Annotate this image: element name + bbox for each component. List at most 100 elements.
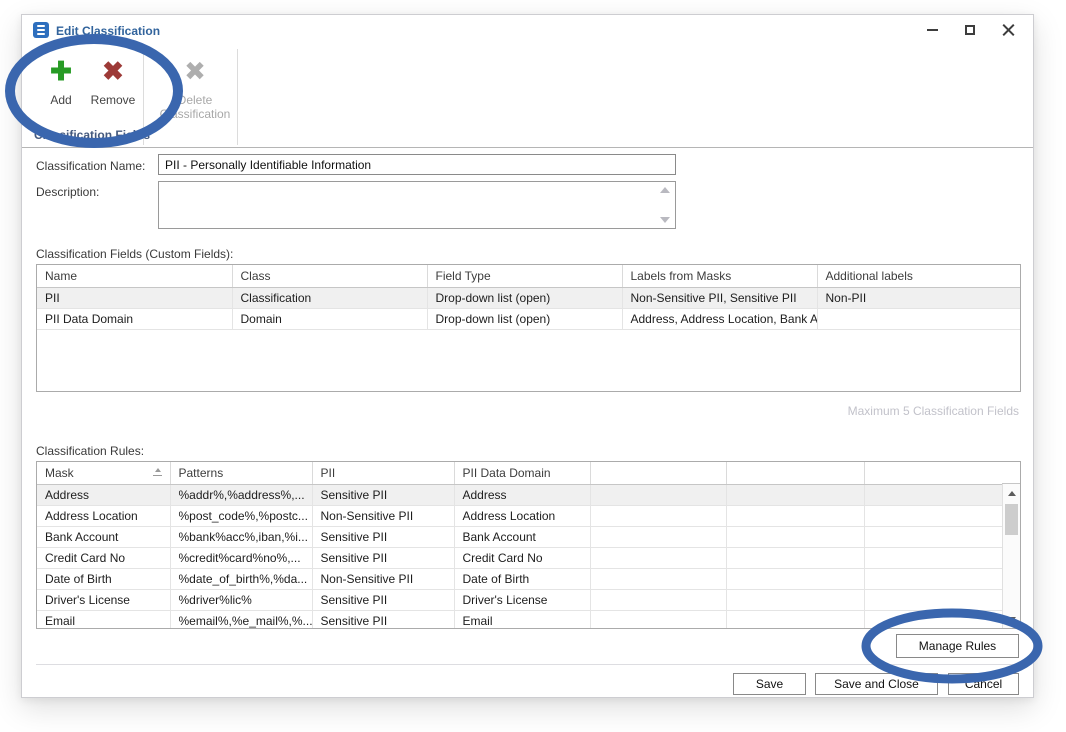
cell: %driver%lic% [170,589,312,610]
cell [726,505,864,526]
remove-button[interactable]: ✖ Remove [86,53,140,107]
classification-rules-table: Mask Patterns PII PII Data Domain Addres… [36,461,1021,629]
cell: Classification [232,287,427,308]
fields-row-pii[interactable]: PII Classification Drop-down list (open)… [37,287,1020,308]
cell: Non-Sensitive PII, Sensitive PII [622,287,817,308]
cell [726,589,864,610]
ribbon-toolbar: ✚ Add ✖ Remove ✖ Delete Classification C… [22,45,1033,148]
ribbon-group-label: Classification Fields [34,128,150,142]
rules-vertical-scrollbar[interactable] [1002,484,1020,628]
cell: Drop-down list (open) [427,308,622,329]
rules-row-date-of-birth[interactable]: Date of Birth %date_of_birth%,%da... Non… [37,568,1004,589]
title-bar: Edit Classification [22,15,1033,45]
rules-row-email[interactable]: Email %email%,%e_mail%,%... Sensitive PI… [37,610,1004,629]
cell [590,526,726,547]
cell: PII Data Domain [37,308,232,329]
delete-button-label-line2: Classification [160,107,231,121]
manage-rules-button[interactable]: Manage Rules [896,634,1019,658]
delete-x-icon: ✖ [184,53,206,93]
description-textarea[interactable] [158,181,676,229]
delete-classification-button[interactable]: ✖ Delete Classification [155,53,235,121]
edit-classification-window: Edit Classification ✚ Add ✖ Remove ✖ Del… [21,14,1034,698]
rules-col-patterns[interactable]: Patterns [170,462,312,484]
fields-col-labels-from-masks[interactable]: Labels from Masks [622,265,817,287]
rules-col-empty[interactable] [726,462,864,484]
scroll-down-arrow-icon [1008,617,1016,622]
ribbon-separator [237,49,238,145]
cell: Bank Account [37,526,170,547]
cell: %date_of_birth%,%da... [170,568,312,589]
classification-name-input[interactable] [158,154,676,175]
fields-col-additional-labels[interactable]: Additional labels [817,265,1020,287]
maximize-button[interactable] [951,17,989,43]
rules-col-mask[interactable]: Mask [37,462,170,484]
fields-col-name[interactable]: Name [37,265,232,287]
cell: Address [37,484,170,505]
cell [590,610,726,629]
window-title: Edit Classification [56,24,160,38]
cell: Non-PII [817,287,1020,308]
cell [726,484,864,505]
close-button[interactable] [989,17,1027,43]
cell [864,610,1004,629]
cell [864,589,1004,610]
rules-header-row: Mask Patterns PII PII Data Domain [37,462,1004,484]
cell: Sensitive PII [312,484,454,505]
cancel-button[interactable]: Cancel [948,673,1019,695]
add-button-label: Add [50,93,71,107]
rules-row-address-location[interactable]: Address Location %post_code%,%postc... N… [37,505,1004,526]
cell: Email [454,610,590,629]
cell [590,568,726,589]
rules-col-pii[interactable]: PII [312,462,454,484]
cell: Address Location [37,505,170,526]
cell: Date of Birth [37,568,170,589]
scrollbar-thumb[interactable] [1005,504,1018,535]
cell: PII [37,287,232,308]
scrollbar-down-button[interactable] [1003,612,1020,626]
description-label: Description: [36,185,99,199]
maximize-icon [965,25,975,35]
cell: Bank Account [454,526,590,547]
app-database-icon [33,22,49,38]
cell [864,505,1004,526]
cell [590,589,726,610]
cell: Sensitive PII [312,526,454,547]
rules-row-drivers-license[interactable]: Driver's License %driver%lic% Sensitive … [37,589,1004,610]
fields-row-pii-data-domain[interactable]: PII Data Domain Domain Drop-down list (o… [37,308,1020,329]
save-button[interactable]: Save [733,673,806,695]
scroll-down-icon[interactable] [660,217,670,223]
fields-table-caption: Classification Fields (Custom Fields): [36,247,233,261]
cell: Address, Address Location, Bank Ac... [622,308,817,329]
add-plus-icon: ✚ [50,53,72,93]
cell: Drop-down list (open) [427,287,622,308]
cell [864,484,1004,505]
cell [590,505,726,526]
rules-col-pii-data-domain[interactable]: PII Data Domain [454,462,590,484]
rules-col-empty[interactable] [590,462,726,484]
cell: Credit Card No [37,547,170,568]
scrollbar-up-button[interactable] [1003,486,1020,500]
minimize-button[interactable] [913,17,951,43]
rules-row-bank-account[interactable]: Bank Account %bank%acc%,iban,%i... Sensi… [37,526,1004,547]
fields-col-field-type[interactable]: Field Type [427,265,622,287]
cell [726,568,864,589]
add-button[interactable]: ✚ Add [36,53,86,107]
cell: Address [454,484,590,505]
cell [864,526,1004,547]
cell [590,547,726,568]
rules-row-address[interactable]: Address %addr%,%address%,... Sensitive P… [37,484,1004,505]
delete-button-label-line1: Delete [178,93,213,107]
cell: %email%,%e_mail%,%... [170,610,312,629]
cell: Domain [232,308,427,329]
cell: Driver's License [454,589,590,610]
fields-col-class[interactable]: Class [232,265,427,287]
scroll-up-icon[interactable] [660,187,670,193]
cell: Driver's License [37,589,170,610]
cell: Credit Card No [454,547,590,568]
rules-col-empty[interactable] [864,462,1004,484]
cell [864,547,1004,568]
cell: Sensitive PII [312,547,454,568]
rules-row-credit-card-no[interactable]: Credit Card No %credit%card%no%,... Sens… [37,547,1004,568]
cell: Date of Birth [454,568,590,589]
save-and-close-button[interactable]: Save and Close [815,673,938,695]
